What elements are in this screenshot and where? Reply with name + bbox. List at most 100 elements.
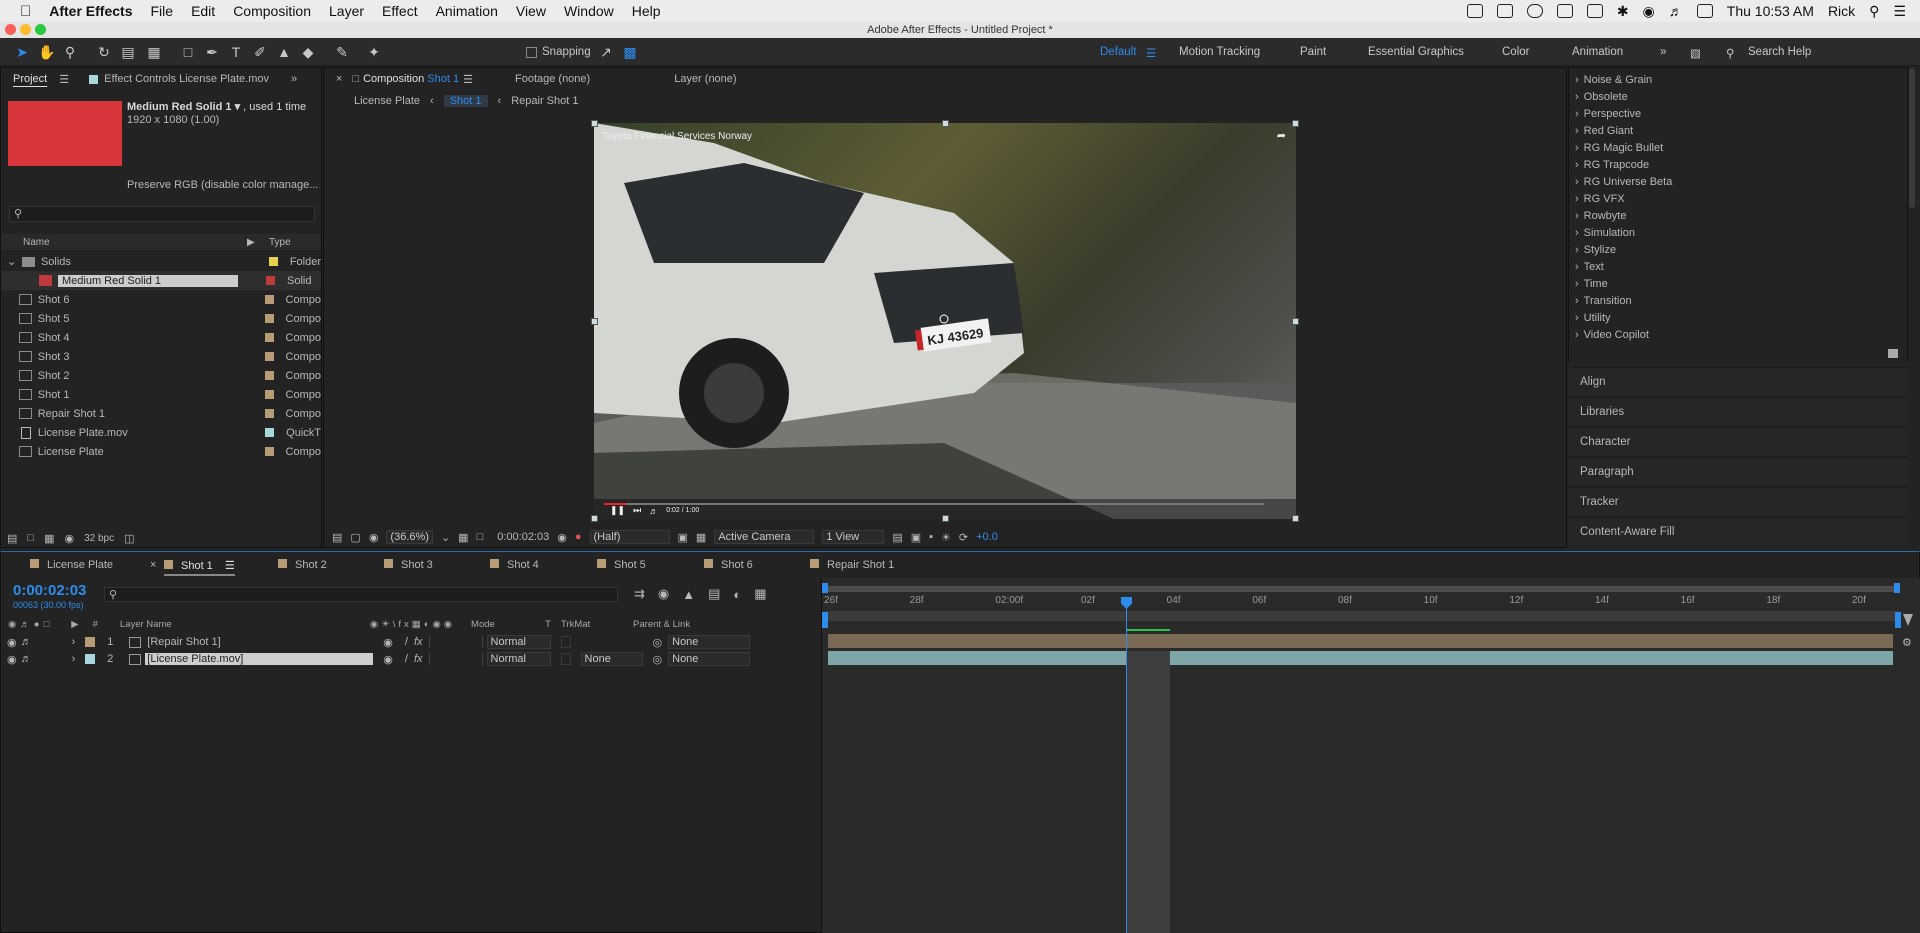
work-area-bar[interactable] — [826, 586, 1898, 592]
menu-composition[interactable]: Composition — [224, 3, 320, 19]
views-dropdown[interactable]: 1 View — [822, 530, 885, 544]
fx-switch-icon[interactable]: fx — [414, 636, 423, 648]
camera-dropdown[interactable]: Active Camera — [714, 530, 815, 544]
tab-license-plate[interactable]: License Plate — [30, 559, 113, 571]
effect-category[interactable]: › Simulation — [1575, 227, 1635, 239]
draft-3d-icon[interactable]: ◉ — [658, 586, 669, 602]
hand-tool-icon[interactable]: ✋ — [38, 44, 55, 60]
eraser-tool-icon[interactable]: ◆ — [300, 44, 316, 60]
clone-stamp-tool-icon[interactable]: ▲ — [276, 44, 292, 60]
selection-tool-icon[interactable]: ➤ — [14, 44, 30, 60]
tab-effect-controls[interactable]: Effect Controls License Plate.mov — [104, 73, 269, 85]
menu-layer[interactable]: Layer — [320, 3, 373, 19]
menu-animation[interactable]: Animation — [427, 3, 507, 19]
tab-footage[interactable]: Footage (none) — [503, 73, 602, 85]
mode-dropdown[interactable]: Normal — [486, 652, 551, 666]
tab-composition[interactable]: Composition Shot 1 — [359, 73, 463, 85]
interpret-footage-icon[interactable]: ▤ — [7, 532, 17, 545]
composition-mini-flowchart-icon[interactable]: ⇉ — [634, 586, 645, 602]
tab-shot-5[interactable]: Shot 5 — [597, 559, 646, 571]
transform-handle[interactable] — [1292, 120, 1299, 127]
audio-icon[interactable]: ♬ — [21, 636, 32, 648]
effect-category[interactable]: › Obsolete — [1575, 91, 1628, 103]
tab-shot-4[interactable]: Shot 4 — [490, 559, 539, 571]
effect-category[interactable]: › Utility — [1575, 312, 1611, 324]
display-icon[interactable] — [1586, 4, 1603, 18]
resolution-dropdown[interactable]: (Half) — [589, 530, 670, 544]
delete-icon[interactable]: ◫ — [124, 532, 134, 545]
menu-help[interactable]: Help — [623, 3, 670, 19]
snap-grid-icon[interactable]: ▩ — [622, 44, 638, 60]
reset-exposure-icon[interactable]: ⟳ — [959, 531, 968, 544]
label-swatch[interactable] — [265, 428, 275, 437]
project-item[interactable]: Shot 2 Compo — [1, 366, 321, 385]
cloud-icon[interactable] — [1526, 4, 1543, 18]
trkmat-dropdown[interactable]: None — [580, 652, 643, 666]
snap-option-icon[interactable]: ↗ — [598, 44, 614, 60]
label-swatch[interactable] — [264, 333, 274, 342]
always-preview-icon[interactable]: ▤ — [332, 531, 342, 544]
project-item[interactable]: Medium Red Solid 1 Solid — [1, 271, 321, 290]
chevron-down-icon[interactable]: ⌄ — [441, 531, 450, 544]
label-swatch[interactable] — [264, 352, 274, 361]
tab-shot-6[interactable]: Shot 6 — [704, 559, 753, 571]
project-item[interactable]: ⌄ Solids Folder — [1, 252, 321, 271]
transform-handle[interactable] — [1292, 318, 1299, 325]
color-channels-icon[interactable]: ● — [575, 531, 582, 543]
transform-handle[interactable] — [591, 318, 598, 325]
panel-menu-icon[interactable]: ☰ — [225, 560, 235, 572]
shy-layers-icon[interactable]: ▲ — [682, 587, 695, 602]
menu-view[interactable]: View — [507, 3, 555, 19]
label-swatch[interactable] — [264, 390, 274, 399]
col-name[interactable]: Name — [23, 237, 247, 248]
transparency-grid-icon[interactable]: ▦ — [696, 531, 706, 544]
panel-bottom-icon[interactable] — [1888, 349, 1898, 358]
monitor-icon[interactable]: ▢ — [350, 531, 360, 544]
col-layer-name[interactable]: Layer Name — [120, 619, 370, 630]
puppet-tool-icon[interactable]: ✦ — [366, 44, 382, 60]
audio-icon[interactable]: ♬ — [21, 653, 32, 665]
project-item[interactable]: Shot 6 Compo — [1, 290, 321, 309]
effect-category[interactable]: › RG Magic Bullet — [1575, 142, 1663, 154]
snapshot-icon[interactable]: ◉ — [557, 531, 567, 544]
preserve-transparency-box[interactable] — [560, 653, 571, 665]
project-item[interactable]: License Plate Compo — [1, 442, 321, 461]
search-help-icon[interactable]: ⚲ — [1726, 46, 1734, 60]
project-item[interactable]: Shot 1 Compo — [1, 385, 321, 404]
dropbox-icon[interactable] — [1496, 4, 1513, 18]
motion-blur-icon[interactable]: ◐ — [733, 587, 741, 602]
effect-category[interactable]: › Text — [1575, 261, 1604, 273]
grid-icon[interactable]: ▦ — [458, 531, 468, 544]
comp-button-icon[interactable]: ⚙ — [1902, 636, 1912, 649]
timeline-search-input[interactable]: ⚲ — [104, 587, 618, 602]
effect-category[interactable]: › Transition — [1575, 295, 1632, 307]
workspace-paint[interactable]: Paint — [1300, 46, 1326, 58]
more-tabs-icon[interactable]: » — [291, 73, 297, 85]
workspace-essential-graphics[interactable]: Essential Graphics — [1368, 46, 1464, 58]
zoom-window-button[interactable] — [35, 24, 46, 35]
effect-category[interactable]: › Rowbyte — [1575, 210, 1626, 222]
close-window-button[interactable] — [5, 24, 16, 35]
wifi-icon[interactable]: ◉ — [1643, 3, 1655, 20]
close-tab-icon[interactable]: × — [150, 559, 156, 571]
panel-paragraph[interactable]: Paragraph — [1568, 457, 1908, 485]
visibility-eye-icon[interactable]: ◉ — [7, 636, 17, 649]
user-name[interactable]: Rick — [1828, 3, 1855, 19]
effect-category[interactable]: › Red Giant — [1575, 125, 1633, 137]
clock[interactable]: Thu 10:53 AM — [1727, 3, 1814, 19]
panel-content-aware-fill[interactable]: Content-Aware Fill — [1568, 517, 1908, 545]
camera-tool-icon[interactable]: ▤ — [120, 44, 136, 60]
shy-switch-icon[interactable]: ◉ — [383, 653, 393, 666]
fast-previews-icon[interactable]: ▣ — [911, 531, 921, 544]
transform-handle[interactable] — [1292, 515, 1299, 522]
workspace-color[interactable]: Color — [1502, 46, 1529, 58]
effect-category[interactable]: › Video Copilot — [1575, 329, 1649, 341]
chevron-down-icon[interactable]: ⌄ — [7, 255, 16, 268]
app-menu[interactable]: After Effects — [40, 3, 141, 19]
label-swatch[interactable] — [264, 409, 274, 418]
transform-handle[interactable] — [942, 120, 949, 127]
effect-category[interactable]: › RG VFX — [1575, 193, 1625, 205]
transform-handle[interactable] — [591, 120, 598, 127]
visibility-eye-icon[interactable]: ◉ — [7, 653, 17, 666]
workspace-menu-icon[interactable]: ☰ — [1146, 46, 1156, 60]
